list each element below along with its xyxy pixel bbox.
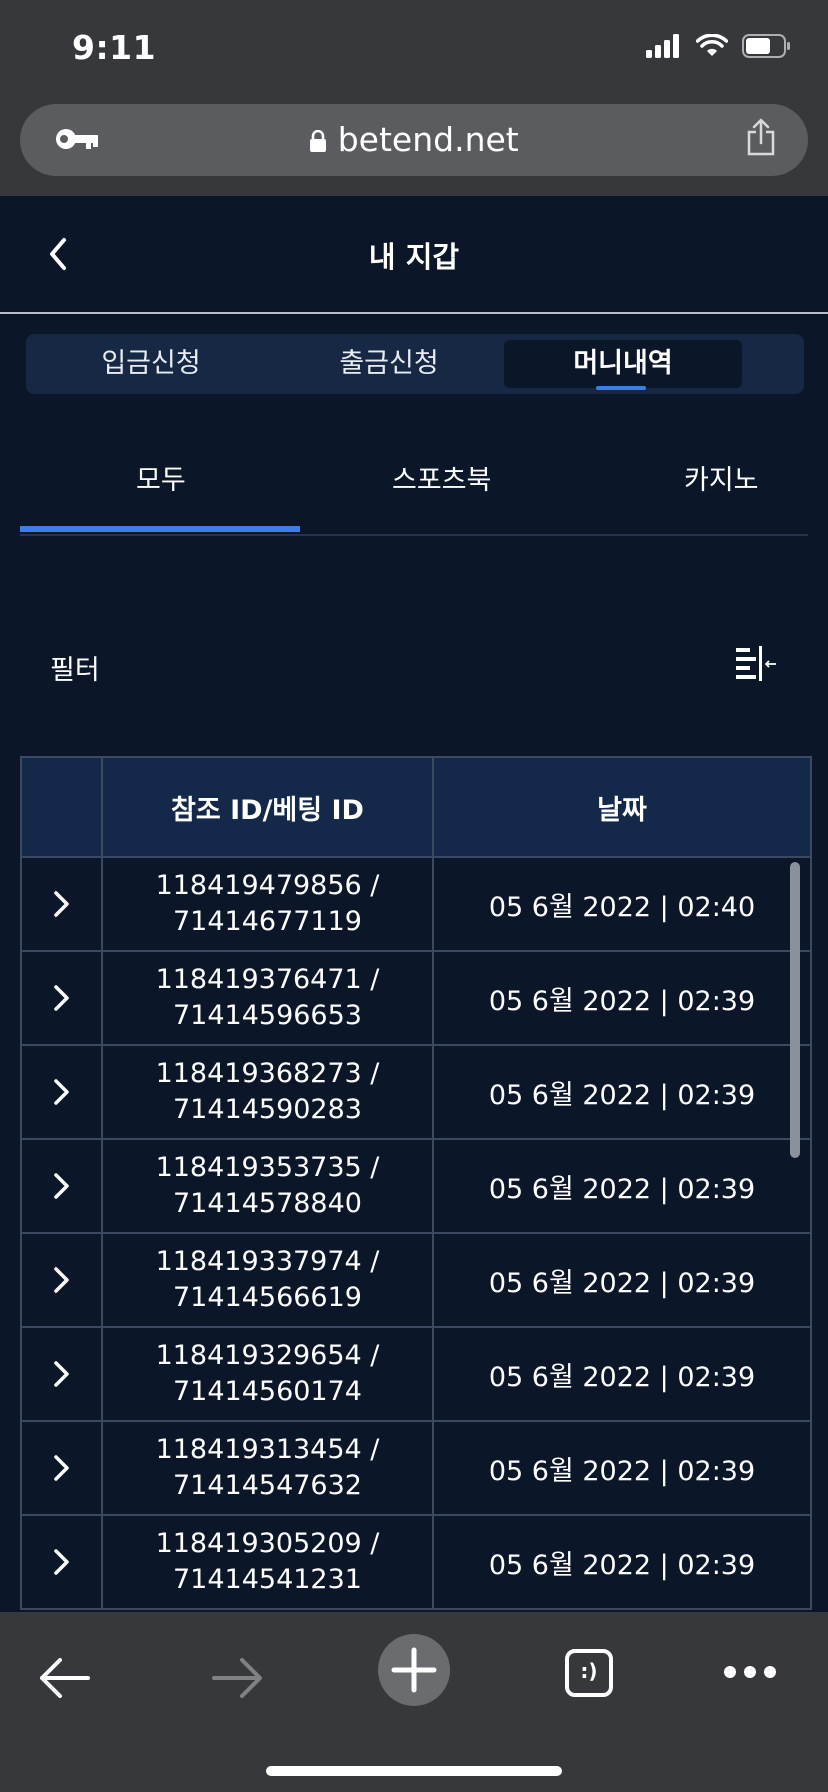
page-title: 내 지갑: [368, 240, 460, 274]
date-cell: 05 6월 2022 | 02:39: [488, 1361, 756, 1393]
reference-id: 118419376471 /: [155, 964, 380, 995]
bet-id: 71414566619: [173, 1282, 362, 1313]
column-toggle-icon[interactable]: [734, 644, 778, 688]
reference-id: 118419313454 /: [155, 1434, 380, 1465]
filter-label[interactable]: 필터: [50, 648, 100, 687]
table-scrollbar[interactable]: [790, 862, 800, 1158]
expand-chevron-icon[interactable]: [22, 1234, 103, 1326]
tab-deposit[interactable]: 입금신청: [32, 340, 270, 388]
app-header: 내 지갑: [0, 196, 828, 314]
browser-top-bar: 9:11 betend.net: [0, 0, 828, 196]
reference-id: 118419479856 /: [155, 870, 380, 901]
browser-toolbar: :): [0, 1612, 828, 1792]
header-date: 날짜: [597, 794, 647, 826]
bet-id: 71414677119: [173, 906, 362, 937]
expand-chevron-icon[interactable]: [22, 1046, 103, 1138]
reference-cell: 118419305209 / 71414541231: [103, 1516, 434, 1608]
tab-all[interactable]: 모두: [136, 458, 186, 497]
reference-cell: 118419368273 / 71414590283: [103, 1046, 434, 1138]
reference-cell: 118419329654 / 71414560174: [103, 1328, 434, 1420]
expand-chevron-icon[interactable]: [22, 1422, 103, 1514]
date-cell: 05 6월 2022 | 02:39: [488, 1267, 756, 1299]
share-icon[interactable]: [746, 118, 776, 160]
table-row[interactable]: 118419305209 / 71414541231 05 6월 2022 | 02…: [22, 1516, 810, 1610]
table-row[interactable]: 118419353735 / 71414578840 05 6월 2022 | 02…: [22, 1140, 810, 1234]
bet-id: 71414560174: [173, 1376, 362, 1407]
active-tab-underline: [596, 386, 646, 390]
bet-id: 71414596653: [173, 1000, 362, 1031]
bet-id: 71414547632: [173, 1470, 362, 1501]
table-row[interactable]: 118419313454 / 71414547632 05 6월 2022 | 02…: [22, 1422, 810, 1516]
table-row[interactable]: 118419337974 / 71414566619 05 6월 2022 | 02…: [22, 1234, 810, 1328]
reference-cell: 118419313454 / 71414547632: [103, 1422, 434, 1514]
expand-chevron-icon[interactable]: [22, 858, 103, 950]
wifi-icon: [695, 33, 729, 62]
bet-id: 71414578840: [173, 1188, 362, 1219]
header-expand: [22, 758, 103, 856]
expand-chevron-icon[interactable]: [22, 952, 103, 1044]
category-tabs: 모두 스포츠북 카지노: [20, 430, 808, 536]
table-row[interactable]: 118419329654 / 71414560174 05 6월 2022 | 02…: [22, 1328, 810, 1422]
date-cell: 05 6월 2022 | 02:39: [488, 1455, 756, 1487]
date-cell: 05 6월 2022 | 02:39: [488, 1079, 756, 1111]
cellular-signal-icon: [646, 34, 682, 62]
date-cell: 05 6월 2022 | 02:40: [488, 891, 756, 923]
reference-cell: 118419337974 / 71414566619: [103, 1234, 434, 1326]
expand-chevron-icon[interactable]: [22, 1328, 103, 1420]
table-body: 118419479856 / 71414677119 05 6월 2022 | 02…: [22, 858, 810, 1610]
table-row[interactable]: 118419376471 / 71414596653 05 6월 2022 | 02…: [22, 952, 810, 1046]
status-time: 9:11: [72, 28, 157, 67]
table-row[interactable]: 118419479856 / 71414677119 05 6월 2022 | 02…: [22, 858, 810, 952]
date-cell: 05 6월 2022 | 02:39: [488, 1173, 756, 1205]
expand-chevron-icon[interactable]: [22, 1516, 103, 1608]
browser-back-icon[interactable]: [38, 1656, 90, 1704]
reference-id: 118419337974 /: [155, 1246, 380, 1277]
more-options-icon[interactable]: [722, 1664, 778, 1684]
reference-id: 118419353735 /: [155, 1152, 380, 1183]
home-indicator: [266, 1766, 562, 1776]
lock-icon: [309, 120, 338, 159]
table-header: 참조 ID/베팅 ID 날짜: [22, 758, 810, 858]
tab-money-history[interactable]: 머니내역: [504, 340, 742, 388]
url-domain: betend.net: [337, 120, 519, 159]
url-text[interactable]: betend.net: [20, 120, 808, 159]
address-bar[interactable]: betend.net: [20, 104, 808, 176]
expand-chevron-icon[interactable]: [22, 1140, 103, 1232]
reference-id: 118419329654 /: [155, 1340, 380, 1371]
bet-id: 71414541231: [173, 1564, 362, 1595]
reference-cell: 118419479856 / 71414677119: [103, 858, 434, 950]
money-history-table: 참조 ID/베팅 ID 날짜 118419479856 / 71414677119…: [20, 756, 812, 1610]
tabs-icon[interactable]: :): [564, 1648, 614, 1702]
category-active-indicator: [20, 526, 300, 532]
reference-cell: 118419376471 / 71414596653: [103, 952, 434, 1044]
battery-icon: [742, 34, 792, 62]
tab-withdraw[interactable]: 출금신청: [270, 340, 508, 388]
tab-casino[interactable]: 카지노: [684, 458, 759, 497]
bet-id: 71414590283: [173, 1094, 362, 1125]
wallet-tabs: 입금신청 출금신청 머니내역: [26, 334, 804, 394]
reference-id: 118419305209 /: [155, 1528, 380, 1559]
browser-forward-icon[interactable]: [212, 1656, 264, 1704]
reference-cell: 118419353735 / 71414578840: [103, 1140, 434, 1232]
table-row[interactable]: 118419368273 / 71414590283 05 6월 2022 | 02…: [22, 1046, 810, 1140]
date-cell: 05 6월 2022 | 02:39: [488, 1549, 756, 1581]
tab-sportsbook[interactable]: 스포츠북: [392, 458, 491, 497]
status-icons: [646, 33, 792, 62]
header-reference-id: 참조 ID/베팅 ID: [103, 758, 434, 856]
reference-id: 118419368273 /: [155, 1058, 380, 1089]
date-cell: 05 6월 2022 | 02:39: [488, 985, 756, 1017]
new-tab-plus-icon[interactable]: [378, 1634, 450, 1710]
tabs-icon-label: :): [580, 1659, 598, 1683]
